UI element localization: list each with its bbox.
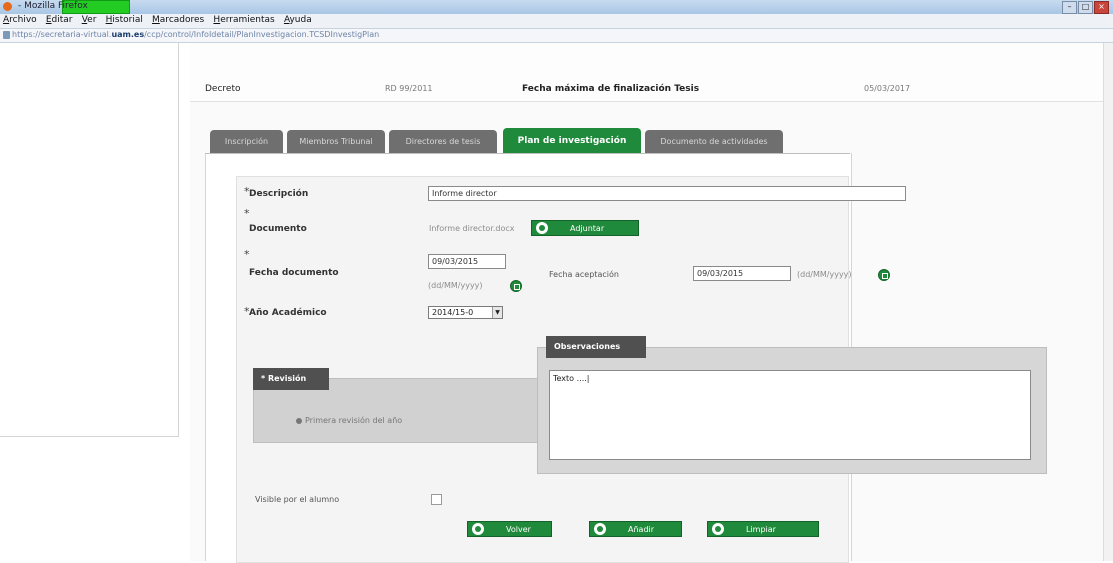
menu-ayuda[interactable]: Ayuda — [281, 14, 315, 25]
documento-filename: Informe director.docx — [429, 224, 515, 233]
adjuntar-button[interactable]: Adjuntar — [531, 220, 639, 236]
menu-editar[interactable]: Editar — [43, 14, 76, 25]
window-controls: – □ × — [1061, 1, 1109, 14]
decreto-label: Decreto — [205, 84, 241, 94]
descripcion-input[interactable]: Informe director — [428, 186, 906, 201]
lock-icon — [3, 31, 10, 39]
back-icon — [472, 523, 484, 535]
plus-icon — [594, 523, 606, 535]
fecha-aceptacion-input[interactable]: 09/03/2015 — [693, 266, 791, 281]
fecha-maxima-value: 05/03/2017 — [864, 84, 911, 93]
left-sidebar — [0, 43, 179, 437]
descripcion-label: Descripción — [249, 189, 309, 199]
volver-button[interactable]: Volver — [467, 521, 552, 537]
window-titlebar — [0, 0, 1113, 14]
observaciones-header: Observaciones — [546, 336, 646, 358]
firefox-icon — [3, 2, 12, 11]
anio-academico-select[interactable]: 2014/15-0 ▼ — [428, 306, 503, 319]
menu-historial[interactable]: Historial — [103, 14, 146, 25]
fecha-maxima-label: Fecha máxima de finalización Tesis — [522, 84, 700, 94]
url-text[interactable]: https://secretaria-virtual.uam.es/ccp/co… — [12, 30, 379, 39]
chevron-down-icon: ▼ — [492, 307, 502, 318]
fecha-documento-input[interactable]: 09/03/2015 — [428, 254, 506, 269]
fecha-documento-format: (dd/MM/yyyy) — [428, 281, 483, 290]
anio-academico-label: Año Académico — [249, 308, 327, 318]
tab-miembros-tribunal[interactable]: Miembros Tribunal — [287, 130, 385, 153]
visible-alumno-label: Visible por el alumno — [255, 495, 340, 504]
calendar-icon[interactable] — [510, 280, 522, 292]
anadir-button[interactable]: Añadir — [589, 521, 682, 537]
fecha-documento-label: Fecha documento — [249, 268, 339, 278]
calendar-icon[interactable] — [878, 269, 890, 281]
window-title: - Mozilla Firefox — [18, 1, 88, 11]
plus-icon — [536, 222, 548, 234]
scrollbar[interactable] — [1103, 43, 1113, 561]
tab-documento-actividades[interactable]: Documento de actividades — [645, 130, 783, 153]
tab-divider — [205, 153, 850, 154]
visible-alumno-checkbox[interactable] — [431, 494, 442, 505]
menu-bar: Archivo Editar Ver Historial Marcadores … — [0, 14, 1113, 29]
tab-directores-tesis[interactable]: Directores de tesis — [389, 130, 497, 153]
menu-herramientas[interactable]: Herramientas — [210, 14, 277, 25]
decreto-value: RD 99/2011 — [385, 84, 433, 93]
tab-plan-investigacion[interactable]: Plan de investigación — [503, 128, 641, 154]
tab-inscripcion[interactable]: Inscripción — [210, 130, 283, 153]
close-icon[interactable]: × — [1094, 1, 1109, 14]
required-marker: * — [244, 207, 250, 220]
minimize-icon[interactable]: – — [1062, 1, 1077, 14]
limpiar-button[interactable]: Limpiar — [707, 521, 819, 537]
revision-header: * Revisión — [253, 368, 329, 390]
required-marker: * — [244, 248, 250, 261]
menu-marcadores[interactable]: Marcadores — [149, 14, 207, 25]
observaciones-textarea[interactable]: Texto ....| — [549, 370, 1031, 460]
radio-primera-revision[interactable] — [296, 418, 302, 424]
maximize-icon[interactable]: □ — [1078, 1, 1093, 14]
clear-icon — [712, 523, 724, 535]
documento-label: Documento — [249, 224, 307, 234]
menu-archivo[interactable]: Archivo — [0, 14, 40, 25]
fecha-aceptacion-label: Fecha aceptación — [549, 270, 619, 279]
primera-revision-label: Primera revisión del año — [305, 416, 403, 425]
fecha-aceptacion-format: (dd/MM/yyyy) — [797, 270, 852, 279]
menu-ver[interactable]: Ver — [79, 14, 100, 25]
